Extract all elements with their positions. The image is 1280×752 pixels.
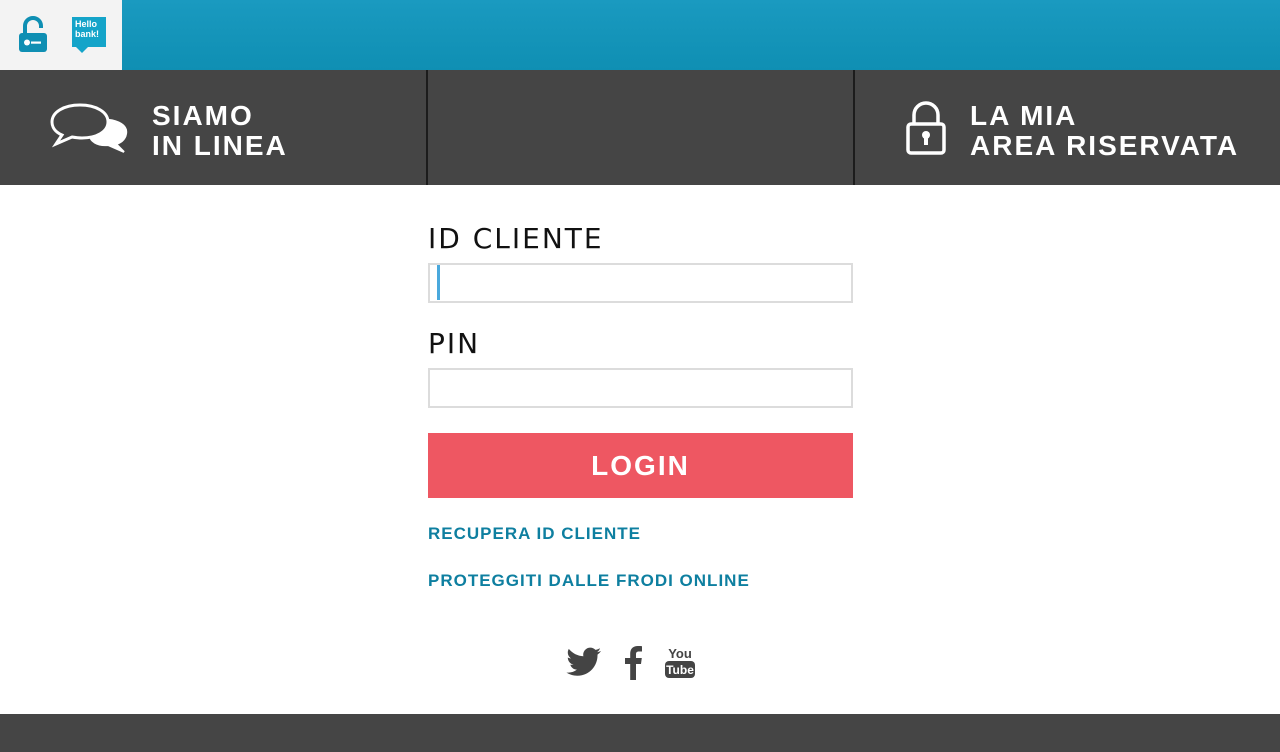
- top-bar: Hello bank!: [0, 0, 1280, 70]
- youtube-icon[interactable]: You Tube: [664, 644, 696, 680]
- nav-area-line2: AREA RISERVATA: [970, 130, 1240, 161]
- nav-chat-line1: SIAMO: [152, 100, 254, 131]
- facebook-icon[interactable]: [622, 644, 644, 680]
- frodi-online-link[interactable]: PROTEGGITI DALLE FRODI ONLINE: [428, 571, 750, 591]
- pin-input[interactable]: [428, 368, 853, 408]
- brand-text-line2: bank!: [75, 29, 100, 39]
- logo-area: Hello bank!: [0, 0, 122, 70]
- recupera-id-link[interactable]: RECUPERA ID CLIENTE: [428, 524, 641, 544]
- twitter-icon[interactable]: [566, 644, 602, 680]
- youtube-tube-text: Tube: [666, 663, 694, 677]
- chat-bubbles-icon: [50, 103, 128, 153]
- nav-siamo-in-linea[interactable]: SIAMO IN LINEA: [0, 70, 426, 185]
- id-cliente-input[interactable]: [428, 263, 853, 303]
- brand-text-line1: Hello: [75, 19, 98, 29]
- main-nav: SIAMO IN LINEA LA MIA AREA RISERVATA: [0, 70, 1280, 185]
- nav-area-riservata[interactable]: LA MIA AREA RISERVATA: [855, 70, 1280, 185]
- youtube-you-text: You: [668, 646, 692, 661]
- nav-chat-label: SIAMO IN LINEA: [152, 101, 288, 161]
- footer-bar: [0, 714, 1280, 752]
- pin-label: PIN: [428, 327, 481, 360]
- lock-key-icon[interactable]: [18, 16, 48, 54]
- login-button[interactable]: LOGIN: [428, 433, 853, 498]
- nav-area-label: LA MIA AREA RISERVATA: [970, 101, 1239, 161]
- text-caret: [437, 265, 440, 300]
- id-cliente-label: ID CLIENTE: [428, 222, 604, 255]
- nav-divider: [426, 70, 428, 185]
- nav-chat-line2: IN LINEA: [152, 130, 288, 161]
- nav-area-line1: LA MIA: [970, 100, 1078, 131]
- hello-bank-logo[interactable]: Hello bank!: [72, 17, 106, 53]
- padlock-icon: [906, 101, 946, 155]
